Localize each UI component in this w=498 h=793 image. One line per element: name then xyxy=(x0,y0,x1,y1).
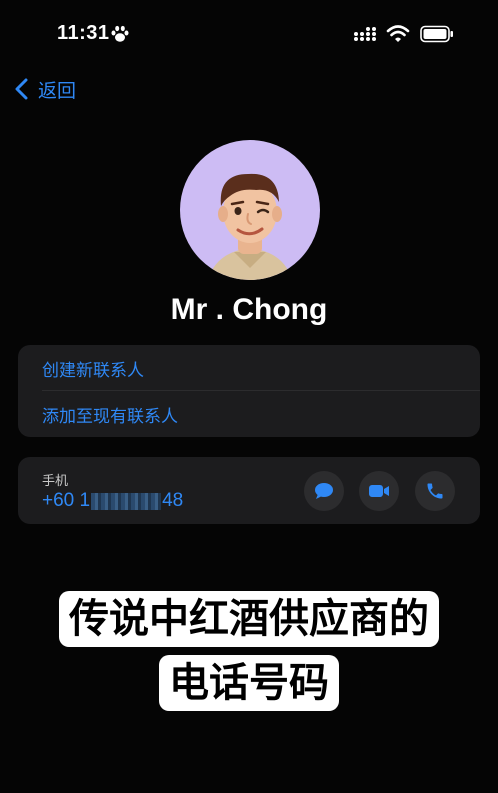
video-call-button[interactable] xyxy=(359,471,399,511)
phone-number-prefix: +60 1 xyxy=(42,490,91,511)
back-button[interactable]: 返回 xyxy=(14,75,76,103)
cellular-signal-icon xyxy=(354,27,376,41)
message-icon xyxy=(315,483,333,499)
chevron-left-icon xyxy=(15,78,28,100)
paw-icon xyxy=(111,25,129,42)
battery-icon xyxy=(420,25,453,43)
caption-line-1-text: 传说中红酒供应商的 xyxy=(59,591,439,647)
status-bar: 11:31 xyxy=(0,0,498,70)
memoji-avatar-icon xyxy=(208,173,292,280)
add-to-existing-contact-button[interactable]: 添加至现有联系人 xyxy=(42,391,480,437)
redacted-digits xyxy=(91,492,162,510)
create-new-contact-button[interactable]: 创建新联系人 xyxy=(42,345,480,391)
avatar[interactable] xyxy=(180,140,320,280)
wifi-icon xyxy=(386,25,410,42)
message-button[interactable] xyxy=(304,471,344,511)
caption-line-2: 电话号码 xyxy=(0,655,498,711)
video-icon xyxy=(369,485,389,497)
phone-icon xyxy=(427,483,443,499)
phone-number[interactable]: +60 1 48 xyxy=(42,490,183,512)
call-button[interactable] xyxy=(415,471,455,511)
phone-label: 手机 xyxy=(42,473,69,488)
status-time: 11:31 xyxy=(57,22,110,44)
caption-line-2-text: 电话号码 xyxy=(159,655,339,711)
contact-name: Mr . Chong xyxy=(170,293,328,326)
back-label: 返回 xyxy=(38,80,77,102)
phone-card: 手机 +60 1 48 xyxy=(18,457,480,524)
contact-actions-card: 创建新联系人 添加至现有联系人 xyxy=(18,345,480,437)
caption-line-1: 传说中红酒供应商的 xyxy=(0,591,498,647)
phone-number-suffix: 48 xyxy=(162,490,184,511)
